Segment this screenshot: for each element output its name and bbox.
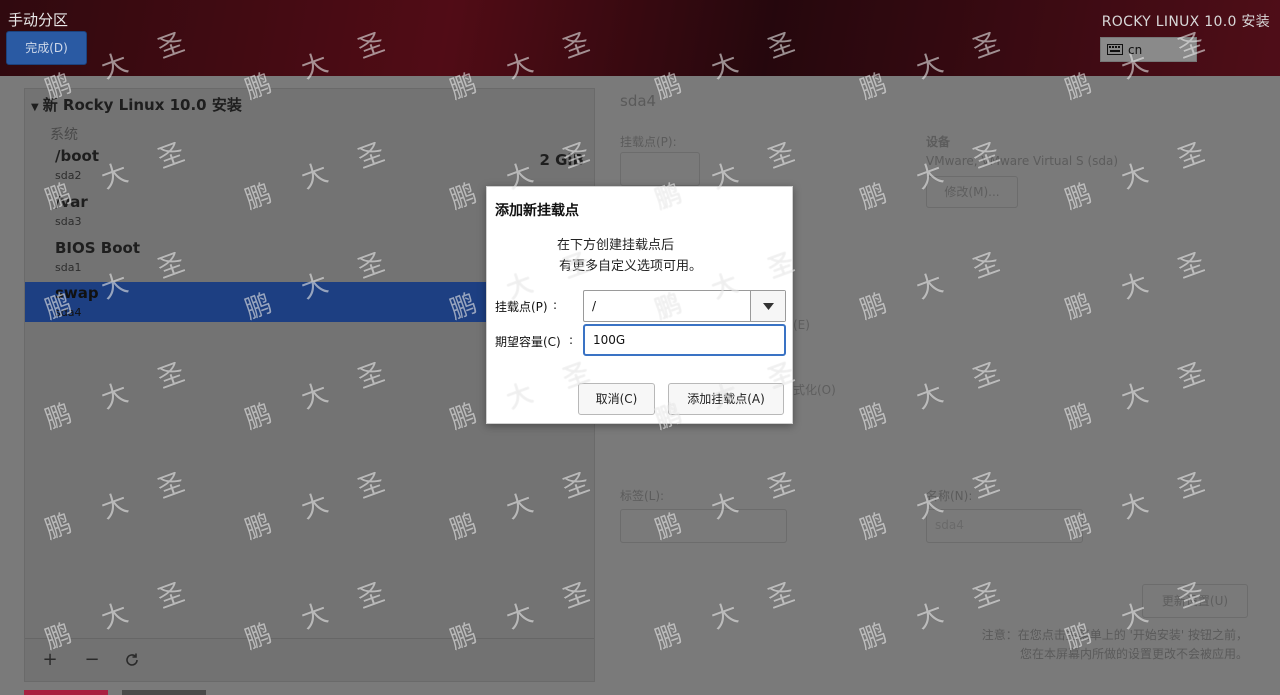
partition-toolbar: + − bbox=[25, 638, 594, 681]
capacity-field-label: 期望容量(C) bbox=[495, 335, 561, 349]
header-bar: 手动分区 完成(D) ROCKY LINUX 10.0 安装 cn bbox=[0, 0, 1280, 76]
modify-device-button[interactable]: 修改(M)... bbox=[926, 176, 1018, 208]
product-title: ROCKY LINUX 10.0 安装 bbox=[1101, 14, 1270, 30]
dropdown-button[interactable] bbox=[750, 291, 785, 321]
selected-partition-title: sda4 bbox=[620, 92, 657, 110]
partition-mount: BIOS Boot bbox=[55, 239, 141, 257]
mount-point-field[interactable] bbox=[620, 152, 700, 186]
mount-point-combo[interactable]: / bbox=[583, 290, 786, 322]
mount-point-value: / bbox=[592, 299, 597, 313]
page-title: 手动分区 bbox=[8, 11, 69, 29]
keyboard-layout-indicator[interactable]: cn bbox=[1100, 37, 1197, 62]
partition-device: sda4 bbox=[55, 306, 82, 319]
device-label: 设备 bbox=[926, 135, 951, 149]
refresh-button[interactable] bbox=[113, 645, 151, 675]
dialog-message-line2: 有更多自定义选项可用。 bbox=[558, 259, 702, 274]
dialog-title: 添加新挂载点 bbox=[495, 203, 579, 219]
partition-device: sda1 bbox=[55, 261, 82, 274]
partition-mount: /var bbox=[55, 193, 88, 211]
cancel-button[interactable]: 取消(C) bbox=[578, 383, 655, 415]
storage-bar-free bbox=[122, 690, 206, 695]
partition-mount: swap bbox=[55, 284, 99, 302]
remove-partition-button[interactable]: − bbox=[73, 645, 111, 675]
name-field[interactable]: sda4 bbox=[926, 509, 1083, 543]
capacity-colon: : bbox=[569, 333, 574, 347]
update-settings-button[interactable]: 更新设置(U) bbox=[1142, 584, 1248, 618]
partition-device: sda3 bbox=[55, 215, 82, 228]
mount-point-colon: : bbox=[553, 298, 558, 312]
done-button[interactable]: 完成(D) bbox=[6, 31, 87, 65]
capacity-input[interactable] bbox=[583, 324, 786, 356]
label-field-label: 标签(L): bbox=[620, 489, 665, 503]
label-field[interactable] bbox=[620, 509, 787, 543]
apply-note: 注意：在您点击主菜单上的 '开始安装' 按钮之前，您在本屏幕内所做的设置更改不会… bbox=[981, 628, 1248, 661]
chevron-down-icon bbox=[762, 302, 774, 310]
add-mount-point-dialog: 添加新挂载点 在下方创建挂载点后 有更多自定义选项可用。 挂载点(P) : / … bbox=[486, 186, 793, 424]
collapse-triangle-icon: ▼ bbox=[31, 102, 39, 113]
device-value: VMware, VMware Virtual S (sda) bbox=[926, 154, 1119, 168]
add-partition-button[interactable]: + bbox=[31, 645, 69, 675]
mount-point-field-label: 挂载点(P) bbox=[495, 300, 548, 314]
dialog-message-line1: 在下方创建挂载点后 bbox=[556, 238, 674, 253]
keyboard-layout-value: cn bbox=[1128, 42, 1143, 57]
partition-row[interactable]: /boot sda2 2 GiB bbox=[25, 145, 596, 187]
partition-mount: /boot bbox=[55, 147, 99, 165]
partition-device: sda2 bbox=[55, 169, 82, 182]
encrypt-fragment: (E) bbox=[793, 318, 810, 332]
storage-bar-used bbox=[24, 690, 108, 695]
mount-point-label: 挂载点(P): bbox=[620, 135, 677, 149]
keyboard-icon bbox=[1107, 44, 1123, 55]
name-field-value: sda4 bbox=[935, 518, 964, 532]
reformat-fragment: 式化(O) bbox=[793, 383, 836, 397]
add-mount-point-button[interactable]: 添加挂载点(A) bbox=[668, 383, 784, 415]
install-group-header[interactable]: ▼ 新 Rocky Linux 10.0 安装 bbox=[31, 94, 242, 115]
system-section-label: 系统 bbox=[50, 127, 78, 143]
partition-size: 2 GiB bbox=[539, 151, 584, 169]
install-group-title: 新 Rocky Linux 10.0 安装 bbox=[42, 96, 242, 114]
dialog-message: 在下方创建挂载点后 有更多自定义选项可用。 bbox=[487, 235, 794, 277]
refresh-icon bbox=[126, 653, 138, 666]
name-field-label: 名称(N): bbox=[926, 489, 973, 503]
